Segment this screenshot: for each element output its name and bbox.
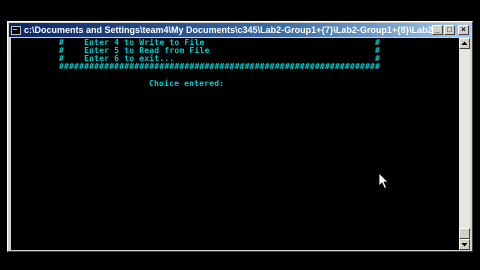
arrow-down-icon xyxy=(461,243,468,247)
maximize-button[interactable]: □ xyxy=(444,25,455,35)
console-icon[interactable] xyxy=(11,25,21,35)
arrow-up-icon xyxy=(461,41,468,45)
window-controls: _ □ × xyxy=(432,25,469,35)
scroll-down-button[interactable] xyxy=(459,239,470,250)
console-window: c:\Documents and Settings\team4\My Docum… xyxy=(7,21,473,252)
title-bar[interactable]: c:\Documents and Settings\team4\My Docum… xyxy=(9,23,471,37)
vertical-scrollbar[interactable] xyxy=(459,38,470,250)
scroll-up-button[interactable] xyxy=(459,38,470,49)
screen: c:\Documents and Settings\team4\My Docum… xyxy=(0,0,480,270)
menu-border-line: ########################################… xyxy=(59,62,381,71)
scrollbar-thumb[interactable] xyxy=(459,228,470,239)
mouse-pointer-icon xyxy=(378,172,389,190)
choice-prompt: Choice entered: xyxy=(149,79,225,88)
console-output[interactable]: # Enter 4 to Write to File # # Enter 5 t… xyxy=(11,38,459,250)
close-button[interactable]: × xyxy=(458,25,469,35)
window-title: c:\Documents and Settings\team4\My Docum… xyxy=(24,25,432,35)
taskbar-strip xyxy=(0,256,480,270)
minimize-button[interactable]: _ xyxy=(432,25,443,35)
